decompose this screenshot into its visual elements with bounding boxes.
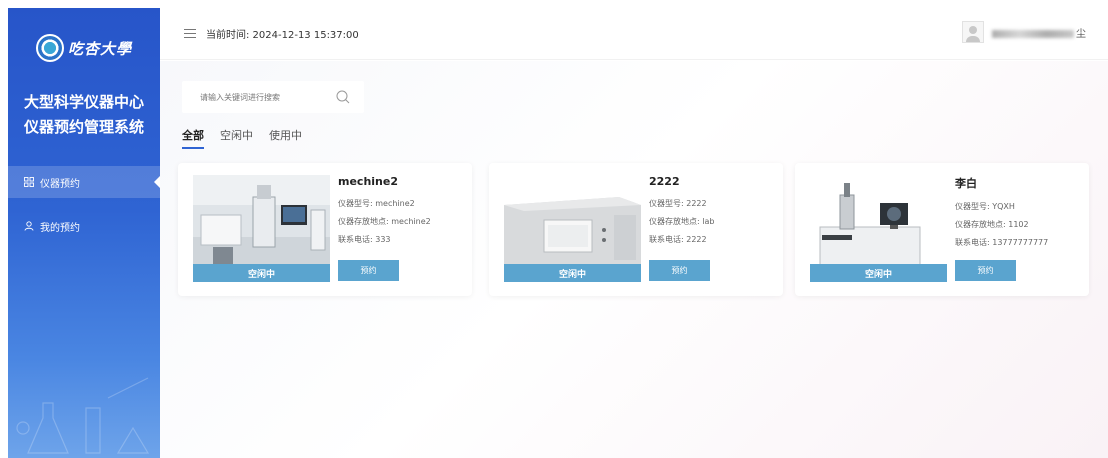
status-tabs: 全部 空闲中 使用中 (182, 127, 318, 149)
instrument-model: 仪器型号: 2222 (649, 199, 707, 208)
instrument-location: 仪器存放地点: lab (649, 217, 715, 226)
logo-emblem-icon (36, 34, 64, 62)
instrument-location: 仪器存放地点: 1102 (955, 220, 1029, 229)
instrument-image: 空闲中 (810, 175, 947, 282)
system-title: 大型科学仪器中心 仪器预约管理系统 (24, 90, 158, 140)
instrument-phone: 联系电话: 13777777777 (955, 238, 1049, 247)
instrument-card: 空闲中 mechine2 仪器型号: mechine2 仪器存放地点: mech… (178, 163, 472, 296)
top-header: 当前时间: 2024-12-13 15:37:00 尘 (160, 8, 1108, 60)
search-box (182, 81, 364, 113)
status-badge: 空闲中 (504, 264, 641, 282)
instrument-info: mechine2 仪器型号: mechine2 仪器存放地点: mechine2… (338, 175, 468, 252)
user-name-redacted (992, 29, 1074, 38)
instrument-card: 空闲中 2222 仪器型号: 2222 仪器存放地点: lab 联系电话: 22… (489, 163, 783, 296)
instrument-info: 2222 仪器型号: 2222 仪器存放地点: lab 联系电话: 2222 (649, 175, 779, 252)
top-strip (0, 0, 1108, 8)
menu-toggle-icon[interactable] (184, 28, 196, 39)
instrument-info: 李白 仪器型号: YQXH 仪器存放地点: 1102 联系电话: 1377777… (955, 175, 1085, 255)
sidebar-item-my-bookings[interactable]: 我的预约 (8, 210, 160, 242)
user-menu[interactable]: 尘 (962, 21, 1086, 43)
book-button[interactable]: 预约 (649, 260, 710, 281)
instrument-name: 2222 (649, 175, 680, 188)
system-title-line2: 仪器预约管理系统 (24, 118, 145, 136)
instrument-name: mechine2 (338, 175, 398, 188)
status-badge: 空闲中 (810, 264, 947, 282)
tab-in-use[interactable]: 使用中 (269, 127, 302, 149)
search-icon[interactable] (336, 90, 350, 104)
avatar-body (966, 36, 980, 42)
instrument-card: 空闲中 李白 仪器型号: YQXH 仪器存放地点: 1102 联系电话: 137… (795, 163, 1089, 296)
instrument-location: 仪器存放地点: mechine2 (338, 217, 431, 226)
sidebar: 吃杏大學 大型科学仪器中心 仪器预约管理系统 仪器预约 我的预约 (8, 8, 160, 458)
status-badge: 空闲中 (193, 264, 330, 282)
university-logo: 吃杏大學 (36, 34, 132, 62)
tab-idle[interactable]: 空闲中 (220, 127, 253, 149)
user-icon (24, 221, 34, 231)
lab-glassware-illustration (16, 377, 150, 454)
tab-all[interactable]: 全部 (182, 127, 204, 149)
sidebar-item-instrument-booking[interactable]: 仪器预约 (8, 166, 160, 198)
sidebar-item-label: 仪器预约 (40, 178, 80, 190)
system-title-line1: 大型科学仪器中心 (24, 93, 145, 111)
instrument-image: 空闲中 (504, 175, 641, 282)
sidebar-item-label: 我的预约 (40, 222, 80, 234)
user-name-suffix: 尘 (1076, 28, 1086, 40)
instrument-phone: 联系电话: 2222 (649, 235, 707, 244)
avatar-head (969, 26, 977, 34)
grid-icon (24, 177, 34, 187)
instrument-name: 李白 (955, 177, 977, 190)
book-button[interactable]: 预约 (338, 260, 399, 281)
book-button[interactable]: 预约 (955, 260, 1016, 281)
instrument-image: 空闲中 (193, 175, 330, 282)
main-content: 全部 空闲中 使用中 空闲中 mechine2 仪器型号: mechine2 (160, 61, 1108, 458)
logo-text: 吃杏大學 (68, 39, 133, 58)
instrument-model: 仪器型号: mechine2 (338, 199, 415, 208)
avatar[interactable] (962, 21, 984, 43)
current-time: 当前时间: 2024-12-13 15:37:00 (206, 30, 359, 41)
search-input[interactable] (182, 92, 322, 102)
instrument-model: 仪器型号: YQXH (955, 202, 1015, 211)
instrument-phone: 联系电话: 333 (338, 235, 391, 244)
user-name: 尘 (992, 25, 1086, 40)
